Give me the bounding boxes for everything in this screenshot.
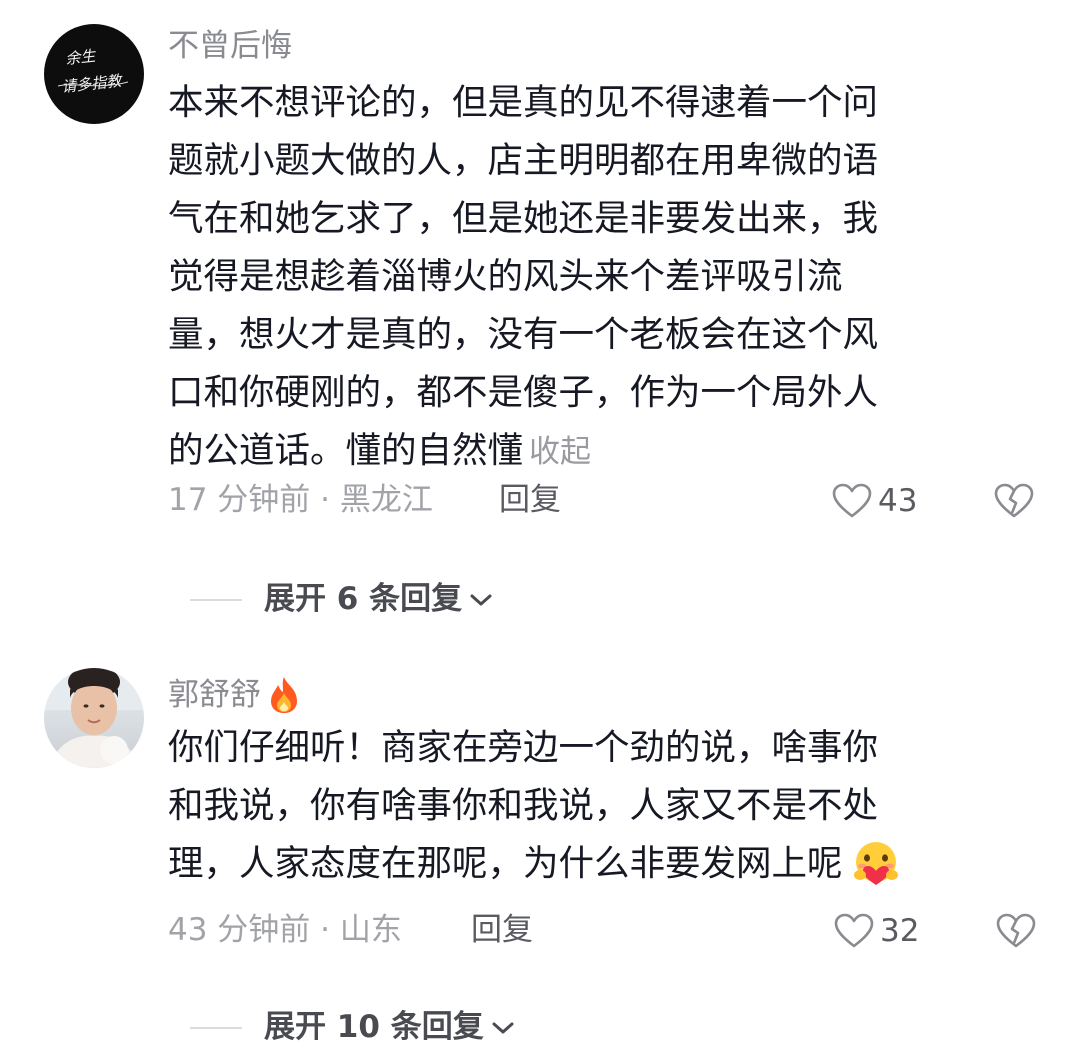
comment-line: 的公道话。懂的自然懂	[168, 430, 524, 471]
collapse-link[interactable]: 收起	[529, 434, 591, 470]
dislike-button[interactable]	[996, 913, 1036, 953]
expand-replies-button[interactable]: 展开 6 条回复	[264, 584, 494, 615]
divider	[190, 1026, 242, 1029]
comment-line-last: 理，人家态度在那呢，为什么非要发网上呢	[168, 835, 903, 893]
expand-replies-row: 展开 10 条回复	[190, 1012, 516, 1043]
avatar-calligraphy: 余生 请多指教	[57, 47, 129, 96]
comment-text: 本来不想评论的，但是真的见不得逮着一个问 题就小题大做的人，店主明明都在用卑微的…	[168, 74, 878, 481]
comment-line-last: 的公道话。懂的自然懂 收起	[168, 422, 878, 481]
comment-line: 本来不想评论的，但是真的见不得逮着一个问	[168, 82, 879, 123]
comment-line: 题就小题大做的人，店主明明都在用卑微的语	[168, 140, 879, 181]
comment-line: 理，人家态度在那呢，为什么非要发网上呢	[168, 843, 843, 884]
comment-line: 和我说，你有啥事你和我说，人家又不是不处	[168, 785, 879, 826]
fire-icon	[271, 677, 297, 713]
heart-outline-icon	[834, 913, 874, 948]
comment-line: 你们仔细听！商家在旁边一个劲的说，啥事你	[168, 727, 879, 768]
username[interactable]: 郭舒舒	[168, 679, 261, 711]
like-count: 32	[880, 912, 920, 949]
broken-heart-icon	[994, 483, 1034, 518]
comment-meta: 43 分钟前 · 山东	[168, 912, 402, 948]
comment-line: 气在和她乞求了，但是她还是非要发出来，我	[168, 198, 879, 239]
like-count: 43	[878, 482, 918, 519]
like-button[interactable]: 32	[834, 913, 919, 949]
like-button[interactable]: 43	[832, 483, 917, 519]
comment-meta: 17 分钟前 · 黑龙江	[168, 482, 433, 518]
comment-line: 口和你硬刚的，都不是傻子，作为一个局外人	[168, 372, 879, 413]
expand-replies-row: 展开 6 条回复	[190, 584, 494, 615]
comment-text: 你们仔细听！商家在旁边一个劲的说，啥事你 和我说，你有啥事你和我说，人家又不是不…	[168, 719, 903, 893]
comment-line: 量，想火才是真的，没有一个老板会在这个风	[168, 314, 879, 355]
comment-line: 觉得是想趁着淄博火的风头来个差评吸引流	[168, 256, 843, 297]
divider	[190, 598, 242, 601]
avatar[interactable]: 余生 请多指教	[44, 24, 144, 124]
broken-heart-icon	[996, 913, 1036, 948]
avatar[interactable]	[44, 668, 144, 768]
expand-replies-button[interactable]: 展开 10 条回复	[264, 1012, 516, 1043]
username[interactable]: 不曾后悔	[168, 31, 292, 62]
expand-replies-label: 展开 10 条回复	[264, 1009, 484, 1045]
reply-button[interactable]: 回复	[499, 485, 561, 516]
avatar-text-bottom: 请多指教	[61, 72, 125, 96]
chevron-down-icon	[470, 594, 492, 605]
chevron-down-icon	[492, 1022, 514, 1033]
username-row: 郭舒舒	[168, 675, 301, 715]
avatar-photo	[44, 668, 144, 768]
dislike-button[interactable]	[994, 483, 1034, 523]
reply-button[interactable]: 回复	[471, 915, 533, 946]
heart-outline-icon	[832, 483, 872, 518]
avatar-text-top: 余生	[65, 47, 98, 68]
heart-hug-emoji-icon	[853, 842, 898, 885]
expand-replies-label: 展开 6 条回复	[264, 581, 463, 617]
